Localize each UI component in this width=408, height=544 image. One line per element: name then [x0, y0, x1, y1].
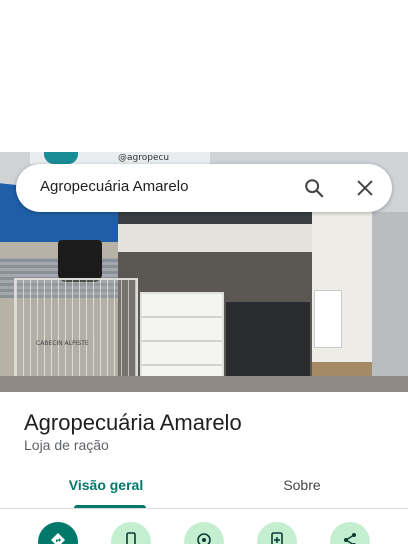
place-category[interactable]: Loja de ração: [24, 437, 109, 453]
ceiling-beam: [118, 212, 318, 224]
neighbor-storefront: [372, 212, 408, 392]
save-button[interactable]: [257, 522, 297, 544]
nearby-button[interactable]: [184, 522, 224, 544]
directions-icon: [51, 533, 65, 544]
black-buckets: [58, 240, 102, 282]
posted-notice: [314, 290, 342, 348]
store-sign: @agropecu: [30, 152, 210, 164]
call-button[interactable]: [111, 522, 151, 544]
add-doc-icon: [271, 532, 283, 544]
share-button[interactable]: [330, 522, 370, 544]
tab-about-label: Sobre: [283, 477, 321, 493]
floor: [0, 376, 408, 392]
tab-about[interactable]: Sobre: [200, 470, 404, 508]
search-bar[interactable]: Agropecuária Amarelo: [16, 164, 392, 212]
cage-tag: CABECIN ALPISTE: [36, 340, 89, 347]
share-icon: [344, 533, 356, 544]
search-input[interactable]: Agropecuária Amarelo: [40, 178, 188, 195]
tab-overview-label: Visão geral: [68, 477, 144, 493]
place-tabs: Visão geral Sobre: [0, 470, 408, 509]
map-area-blank: [0, 0, 408, 152]
store-sign-handle: @agropecu: [118, 153, 170, 163]
tab-selected-indicator: [74, 505, 146, 508]
search-icon[interactable]: [303, 177, 325, 199]
directions-button[interactable]: [38, 522, 78, 544]
place-title: Agropecuária Amarelo: [24, 410, 242, 435]
tab-overview[interactable]: Visão geral: [4, 470, 208, 508]
location-icon: [197, 533, 211, 544]
store-column: [312, 212, 372, 392]
action-buttons: [0, 522, 408, 544]
bird-cage: CABECIN ALPISTE: [14, 278, 138, 392]
close-icon[interactable]: [354, 177, 376, 199]
phone-icon: [126, 532, 136, 544]
store-logo: [44, 152, 78, 164]
